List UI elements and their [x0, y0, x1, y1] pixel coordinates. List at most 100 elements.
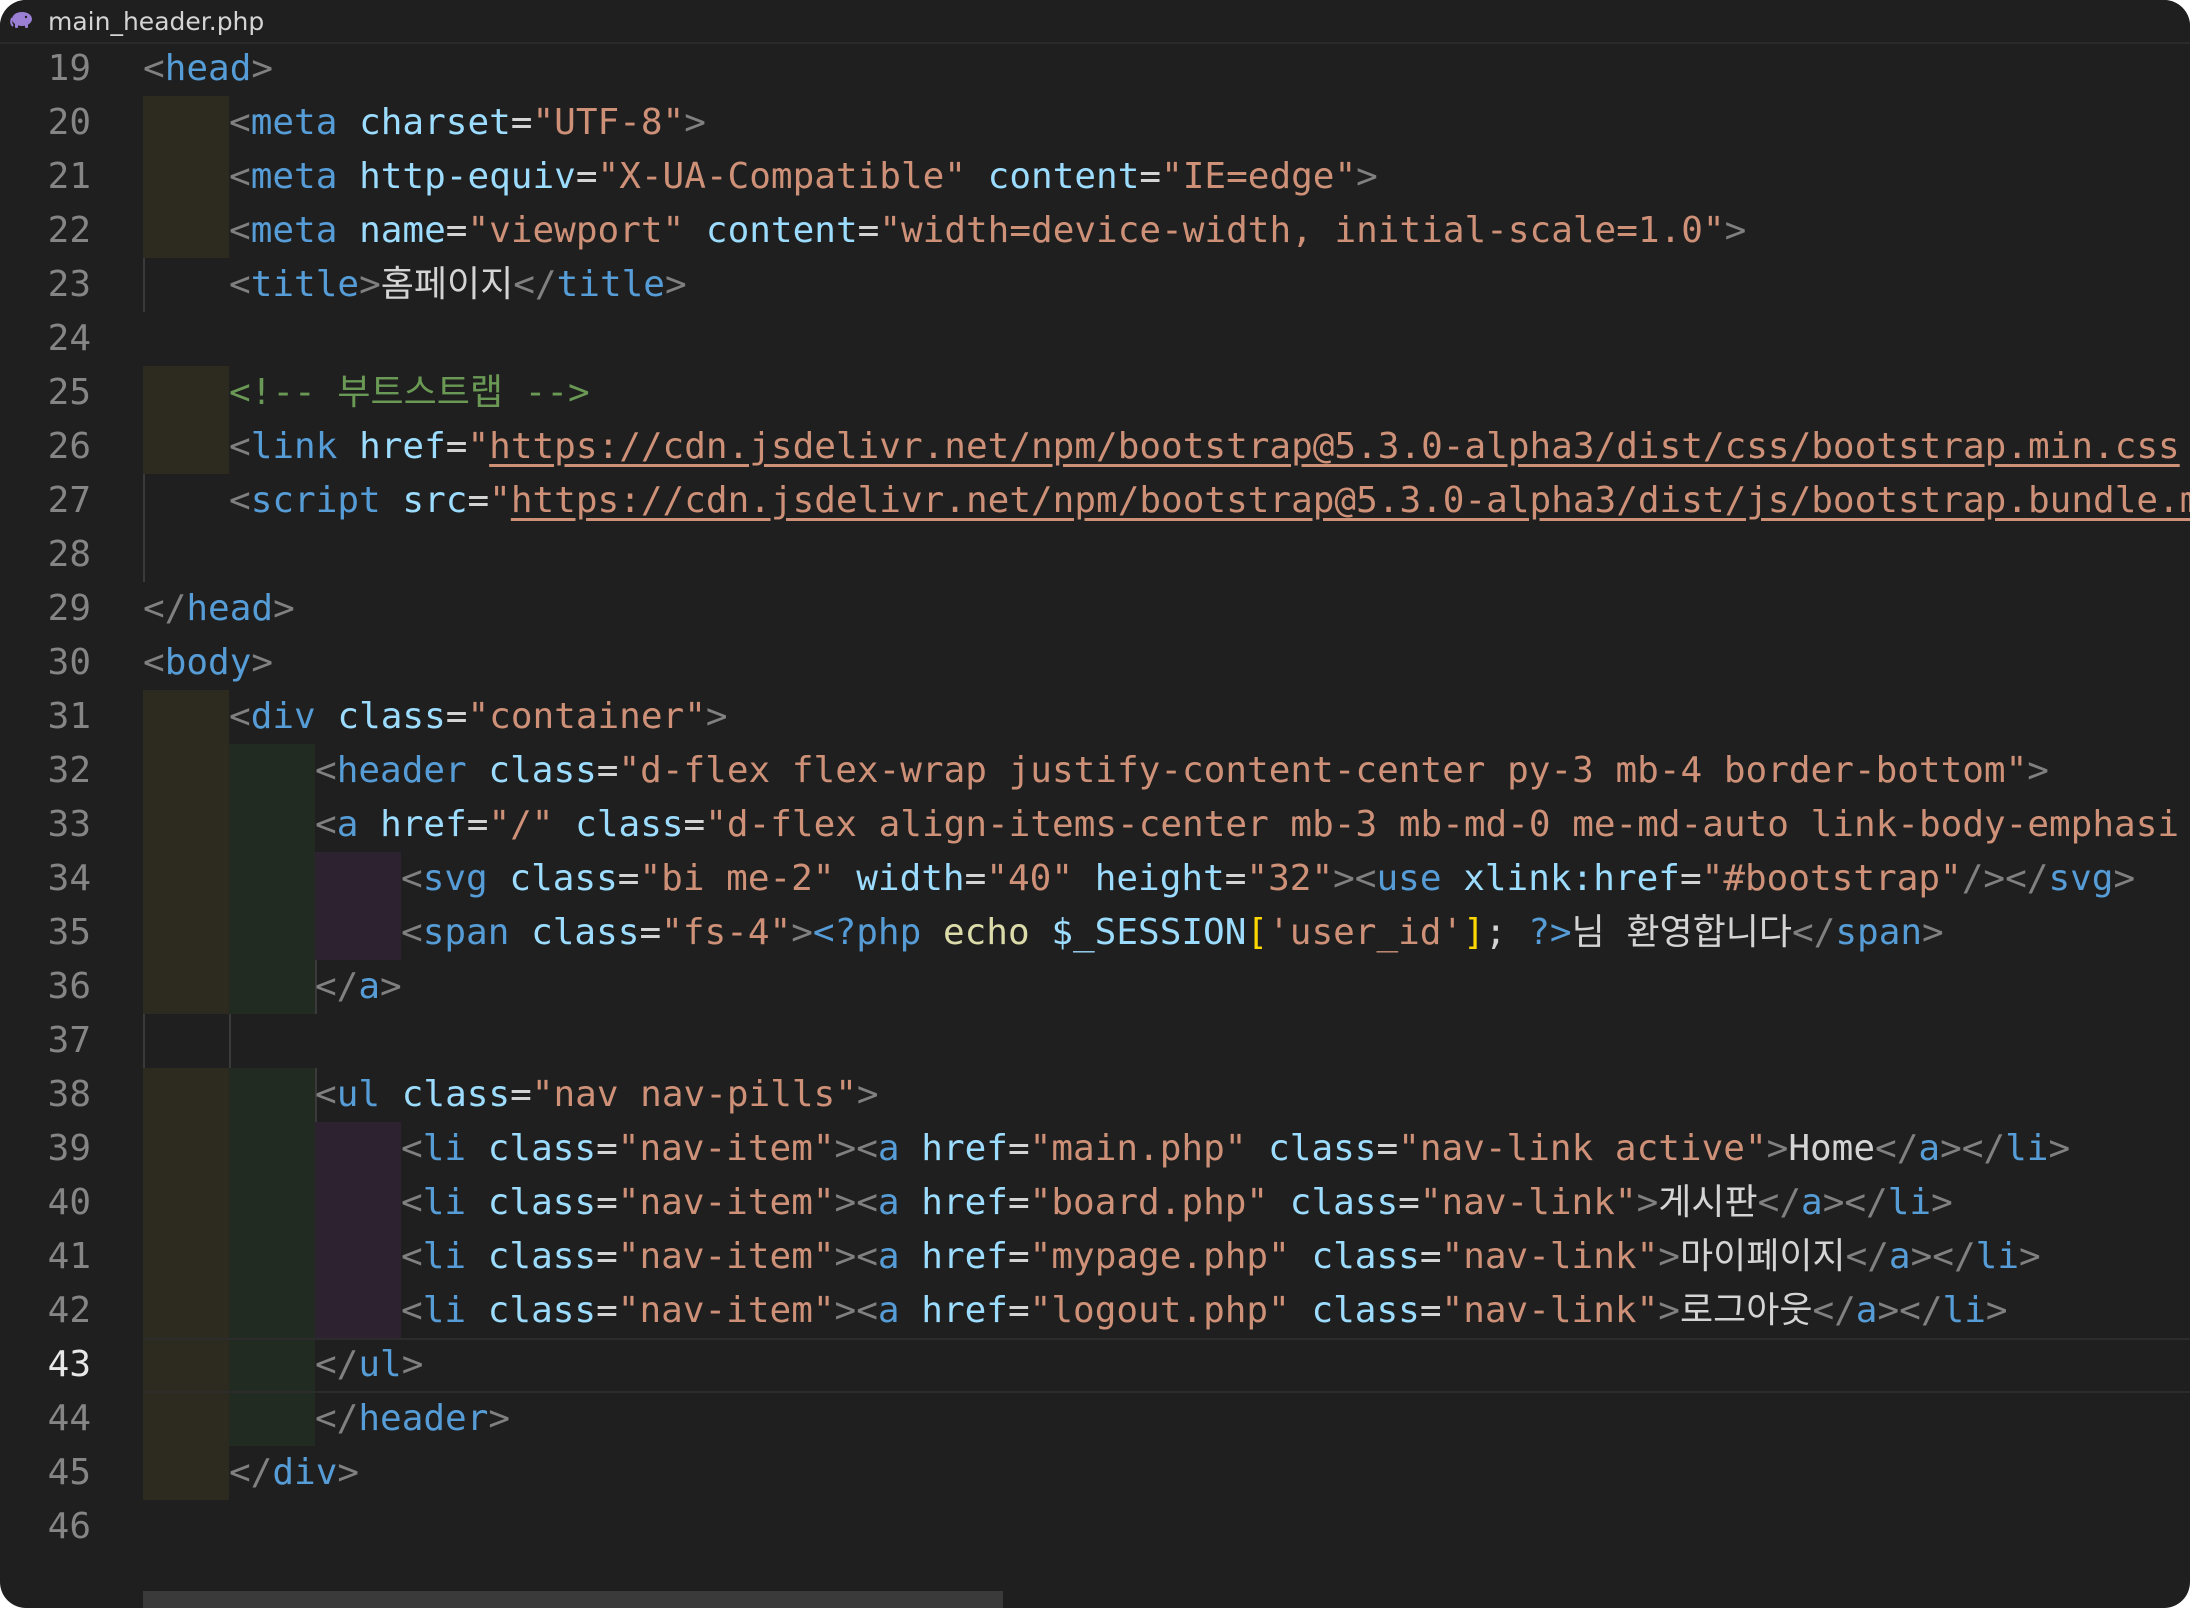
code-line[interactable]: <li class="nav-item"><a href="logout.php…	[401, 1284, 2008, 1338]
code-token: >	[401, 1344, 424, 1385]
line-number: 44	[47, 1398, 91, 1439]
code-token: =	[1679, 858, 1702, 899]
horizontal-scrollbar[interactable]	[143, 1591, 1003, 1608]
code-token: >	[273, 588, 295, 629]
code-token: </	[1812, 1290, 1856, 1331]
line-number: 34	[47, 858, 91, 899]
code-token: xlink:href	[1463, 858, 1680, 899]
code-token: class	[337, 696, 446, 737]
code-token: head	[164, 48, 252, 89]
code-token: =	[1224, 858, 1247, 899]
code-token: "bi me-2"	[639, 858, 835, 899]
line-number: 26	[47, 426, 91, 467]
code-token: <	[229, 156, 251, 197]
code-line[interactable]: <span class="fs-4"><?php echo $_SESSION[…	[401, 906, 1944, 960]
code-token: "fs-4"	[661, 912, 792, 953]
code-token: <	[401, 1128, 423, 1169]
code-token: span	[1835, 912, 1923, 953]
code-token: >	[488, 1398, 511, 1439]
code-token: "nav-item"	[617, 1236, 835, 1277]
line-number: 39	[47, 1128, 91, 1169]
editor-window: main_header.php 19 20 21 22 23 24 25 26 27 28 29 30…	[0, 0, 2190, 1608]
code-token: href	[921, 1182, 1008, 1223]
code-token: =	[445, 426, 468, 467]
code-token: <	[315, 804, 337, 845]
code-token: <	[229, 264, 251, 305]
file-tab-title[interactable]: main_header.php	[48, 4, 264, 40]
code-line[interactable]: <a href="/" class="d-flex align-items-ce…	[315, 798, 2179, 852]
code-token: >	[1658, 1236, 1680, 1277]
code-token: </	[315, 1344, 359, 1385]
line-number: 22	[47, 210, 91, 251]
code-area[interactable]: <head> <meta charset="UTF-8"> <meta http-e…	[143, 42, 2190, 1608]
code-line[interactable]: <svg class="bi me-2" width="40" height="…	[401, 852, 2135, 906]
code-line[interactable]: <meta http-equiv="X-UA-Compatible" conte…	[229, 150, 1378, 204]
code-token: <	[229, 102, 251, 143]
code-token: >	[1724, 210, 1747, 251]
code-line[interactable]: <link href="https://cdn.jsdelivr.net/npm…	[229, 420, 2180, 474]
code-token: =	[445, 210, 468, 251]
code-token: li	[2005, 1128, 2049, 1169]
code-line[interactable]: </ul>	[315, 1338, 423, 1392]
code-token: li	[422, 1290, 467, 1331]
code-token: "X-UA-Compatible"	[597, 156, 966, 197]
code-line[interactable]: </header>	[315, 1392, 510, 1446]
code-line[interactable]: <body>	[143, 636, 273, 690]
code-line[interactable]: <!-- 부트스트랩 -->	[229, 366, 590, 420]
code-token: class	[487, 1182, 597, 1223]
line-number: 30	[47, 642, 91, 683]
code-line[interactable]: <li class="nav-item"><a href="board.php"…	[401, 1176, 1953, 1230]
code-token: =	[596, 1236, 618, 1277]
code-line[interactable]: <head>	[143, 42, 273, 96]
code-token: >	[1356, 156, 1378, 197]
line-number: 20	[47, 102, 91, 143]
code-token: a	[877, 1128, 900, 1169]
code-token: <	[229, 696, 251, 737]
code-line[interactable]: <script src="https://cdn.jsdelivr.net/np…	[229, 474, 2190, 528]
code-token: <	[143, 48, 165, 89]
code-token: a	[1801, 1182, 1823, 1223]
line-number: 29	[47, 588, 91, 629]
code-token: ></	[1822, 1182, 1888, 1223]
code-token: a	[1855, 1290, 1878, 1331]
code-token: a	[1918, 1128, 1941, 1169]
code-token: >	[1636, 1182, 1659, 1223]
code-token: >	[684, 102, 706, 143]
code-token: =	[467, 480, 490, 521]
code-line[interactable]: </a>	[315, 960, 402, 1014]
code-token: https://cdn.jsdelivr.net/npm/bootstrap@5…	[510, 480, 2190, 521]
code-token: a	[877, 1290, 900, 1331]
code-token: "nav-link"	[1419, 1182, 1637, 1223]
code-token: class	[531, 912, 640, 953]
code-line[interactable]: <meta charset="UTF-8">	[229, 96, 706, 150]
code-editor[interactable]: 19 20 21 22 23 24 25 26 27 28 29 30 31 32 33 34 35 36 37 38…	[0, 42, 2190, 1608]
code-token: "UTF-8"	[532, 102, 685, 143]
code-line[interactable]: </head>	[143, 582, 295, 636]
code-token: =	[964, 858, 987, 899]
code-line[interactable]: <div class="container">	[229, 690, 728, 744]
code-token: >	[1985, 1290, 2008, 1331]
code-token: >	[359, 264, 381, 305]
code-token: <	[143, 642, 165, 683]
code-token: li	[422, 1182, 467, 1223]
code-line[interactable]: <li class="nav-item"><a href="mypage.php…	[401, 1230, 2041, 1284]
code-token: >	[251, 642, 274, 683]
code-line[interactable]: <title>홈페이지</title>	[229, 258, 687, 312]
code-token: =	[575, 156, 598, 197]
code-line[interactable]: </div>	[229, 1446, 359, 1500]
code-token: </	[1757, 1182, 1802, 1223]
code-token: "nav nav-pills"	[531, 1074, 857, 1115]
code-line[interactable]: <meta name="viewport" content="width=dev…	[229, 204, 1746, 258]
code-line[interactable]: <header class="d-flex flex-wrap justify-…	[315, 744, 2049, 798]
code-line[interactable]: <ul class="nav nav-pills">	[315, 1068, 879, 1122]
code-line[interactable]: <li class="nav-item"><a href="main.php" …	[401, 1122, 2070, 1176]
